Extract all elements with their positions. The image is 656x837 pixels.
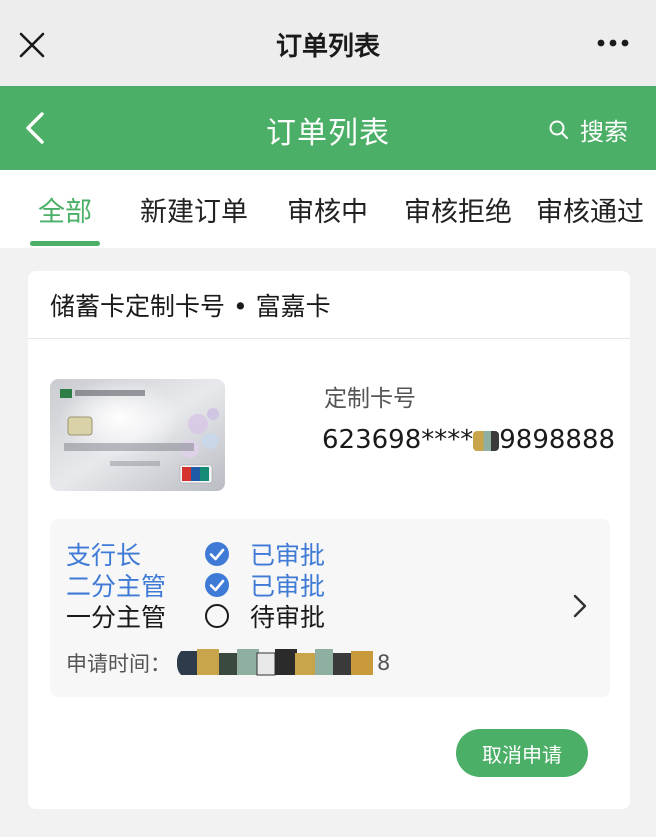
more-icon[interactable] (596, 38, 630, 48)
card-number-tail: 9898888 (499, 425, 616, 455)
tab-all[interactable]: 全部 (38, 190, 92, 229)
card-number-head: 623698**** (322, 425, 474, 455)
card-number-label: 定制卡号 (324, 386, 416, 412)
approval-row: 支行长 已审批 (66, 539, 325, 570)
tab-rejected[interactable]: 审核拒绝 (404, 190, 512, 229)
order-card-header: 储蓄卡定制卡号 • 富嘉卡 (28, 271, 630, 339)
active-tab-indicator (30, 241, 100, 246)
page-header: 订单列表 搜索 (0, 86, 656, 170)
search-icon (549, 120, 568, 139)
approval-row: 一分主管 待审批 (66, 601, 326, 632)
card-number-value: 623698**** 9898888 (322, 425, 615, 455)
check-circle-icon (205, 542, 229, 566)
order-title: 储蓄卡定制卡号 • 富嘉卡 (50, 292, 331, 321)
approval-status: 待审批 (250, 603, 326, 632)
empty-circle-icon (205, 604, 229, 628)
status-tabs: 全部 新建订单 审核中 审核拒绝 审核通过 (0, 170, 656, 248)
approval-status-panel[interactable]: 支行长 已审批 二分主管 已审批 一分主管 待审批 申请时间： 8 (50, 519, 610, 697)
bank-card-image (50, 379, 225, 491)
apply-time-redaction (177, 647, 377, 679)
search-button[interactable]: 搜索 (548, 112, 628, 147)
tab-under-review[interactable]: 审核中 (287, 190, 368, 229)
apply-time: 申请时间： 8 (66, 647, 390, 679)
card-number-redaction (473, 431, 500, 451)
tab-new-order[interactable]: 新建订单 (140, 190, 248, 229)
check-circle-icon (205, 573, 229, 597)
cancel-application-button[interactable]: 取消申请 (456, 729, 588, 777)
search-label: 搜索 (580, 118, 628, 146)
chevron-right-icon[interactable] (572, 593, 588, 619)
approval-role: 一分主管 (66, 603, 167, 632)
window-title: 订单列表 (275, 32, 380, 62)
approval-row: 二分主管 已审批 (66, 570, 325, 601)
tab-approved[interactable]: 审核通过 (536, 190, 644, 229)
apply-time-label: 申请时间： (66, 652, 171, 676)
wechat-topbar: 订单列表 (0, 0, 656, 86)
apply-time-tail: 8 (377, 651, 391, 675)
order-card[interactable]: 储蓄卡定制卡号 • 富嘉卡 定制卡号 623698**** 9898888 支行… (28, 271, 630, 809)
